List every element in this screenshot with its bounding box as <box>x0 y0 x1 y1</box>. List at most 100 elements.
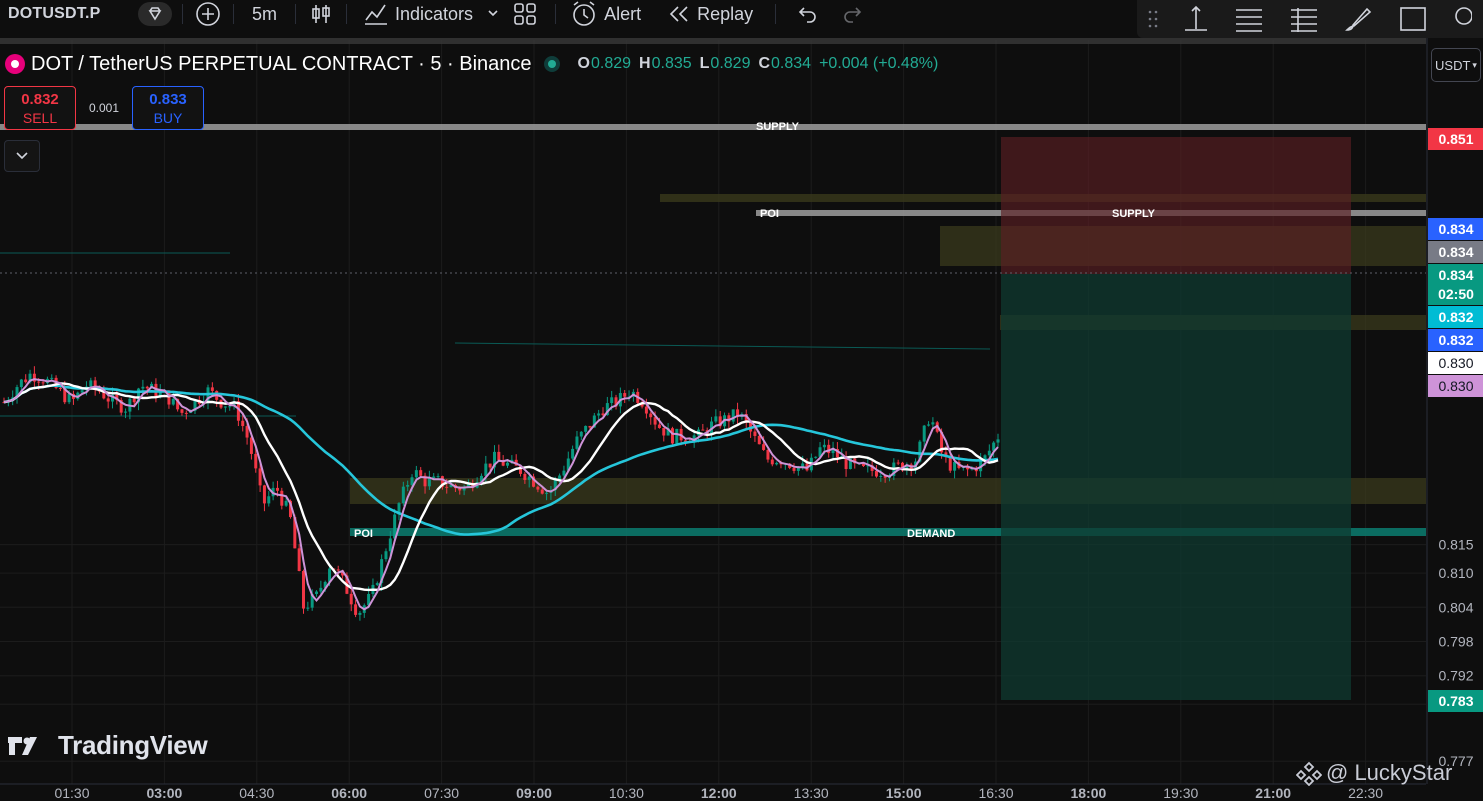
candle-body <box>987 450 991 456</box>
tradingview-brand: TradingView <box>58 730 208 760</box>
time-tick-label: 22:30 <box>1348 785 1383 801</box>
replay-label: Replay <box>697 3 754 24</box>
plus-circle-icon[interactable] <box>193 0 223 28</box>
time-tick-label: 21:00 <box>1255 785 1291 801</box>
candle-body <box>953 461 957 471</box>
candle-body <box>523 473 527 480</box>
candle-body <box>584 425 588 432</box>
tradingview-logo-icon <box>8 736 37 755</box>
price-badge: 02:50 <box>1428 283 1483 305</box>
collapse-legend-button[interactable] <box>4 140 40 172</box>
alert-label: Alert <box>604 3 642 24</box>
buy-button[interactable]: 0.833 BUY <box>132 86 204 130</box>
replay-icon <box>669 6 688 22</box>
polkadot-coin-icon <box>5 54 25 74</box>
candle-body <box>931 422 935 425</box>
time-tick-label: 04:30 <box>239 785 274 801</box>
indicators-icon <box>365 4 388 25</box>
symbol-search-button[interactable]: DOTUSDT.P <box>0 0 132 28</box>
binance-square-icon <box>1296 761 1322 786</box>
currency-select[interactable]: USDT ▾ <box>1431 48 1481 82</box>
candle-body <box>37 381 41 383</box>
price-badge: 0.834 <box>1428 218 1483 240</box>
indicators-button[interactable]: Indicators <box>357 0 505 28</box>
price-tick-label: 0.815 <box>1438 537 1473 553</box>
candles-icon[interactable] <box>306 0 336 28</box>
candle-body <box>401 486 405 504</box>
search-icon[interactable] <box>1452 4 1472 34</box>
time-tick-label: 01:30 <box>54 785 89 801</box>
price-tick-label: 0.798 <box>1438 634 1473 650</box>
anchor-line-icon[interactable] <box>1181 4 1211 34</box>
zone-label-poi-mid: POI <box>760 208 779 220</box>
time-tick-label: 07:30 <box>424 785 459 801</box>
candle-body <box>306 607 310 609</box>
short-position-stop-zone <box>1001 137 1351 274</box>
drawing-toolbar <box>1137 0 1483 38</box>
candle-body <box>445 486 449 488</box>
time-tick-label: 18:00 <box>1070 785 1106 801</box>
sell-label: SELL <box>22 109 58 126</box>
candle-body <box>180 409 184 413</box>
undo-icon[interactable] <box>786 0 830 28</box>
candle-body <box>384 551 388 560</box>
candle-body <box>228 406 232 408</box>
indicators-label: Indicators <box>395 3 474 24</box>
ohlc-high-key: H <box>639 55 651 72</box>
candle-body <box>89 380 93 387</box>
chevron-down-icon <box>16 152 28 160</box>
redo-icon[interactable] <box>830 0 874 28</box>
candle-body <box>527 476 531 480</box>
divider <box>295 4 297 24</box>
time-tick-label: 15:00 <box>886 785 922 801</box>
alarm-icon <box>573 1 595 26</box>
candle-body <box>579 431 583 437</box>
chart-legend: DOT / TetherUS PERPETUAL CONTRACT · 5 · … <box>0 50 938 78</box>
rectangle-icon[interactable] <box>1397 4 1429 34</box>
layout-grid-icon[interactable] <box>505 0 545 28</box>
levels-icon[interactable] <box>1288 4 1320 34</box>
candle-body <box>132 398 136 403</box>
price-badge: 0.783 <box>1428 690 1483 712</box>
buy-price: 0.833 <box>149 90 187 108</box>
short-position-target-zone <box>1001 274 1351 700</box>
symbol-label: DOTUSDT.P <box>8 5 101 22</box>
currency-label: USDT <box>1435 57 1471 73</box>
price-chart[interactable]: SUPPLY SUPPLY POI POI DEMAND 01:30 03:00 04:30… <box>0 0 1483 801</box>
zone-label-supply-top: SUPPLY <box>756 121 800 133</box>
price-badge-label: 0.783 <box>1438 693 1473 709</box>
candle-body <box>927 424 931 426</box>
ohlc-close-key: C <box>758 55 771 72</box>
candle-body <box>497 451 501 461</box>
sell-button[interactable]: 0.832 SELL <box>4 86 76 130</box>
candle-body <box>571 448 575 459</box>
ohlc-open-key: O <box>577 55 590 72</box>
candle-body <box>540 489 544 494</box>
alert-button[interactable]: Alert <box>566 0 645 28</box>
drag-handle-icon[interactable] <box>1148 8 1158 30</box>
replay-button[interactable]: Replay <box>645 0 765 28</box>
candle-body <box>410 477 414 486</box>
time-tick-label: 06:00 <box>331 785 367 801</box>
candle-body <box>644 406 648 414</box>
price-badge-label: 0.830 <box>1438 355 1473 371</box>
time-tick-label: 03:00 <box>146 785 182 801</box>
ohlc-open-value: 0.829 <box>590 55 632 72</box>
diamond-icon[interactable] <box>138 2 172 26</box>
candle-body <box>922 425 926 442</box>
candle-body <box>336 569 340 571</box>
candle-body <box>297 548 301 572</box>
candle-body <box>184 412 188 414</box>
tradingview-logo: TradingView <box>8 730 208 761</box>
brush-icon[interactable] <box>1343 4 1375 34</box>
candle-body <box>874 470 878 477</box>
candle-body <box>983 455 987 460</box>
candle-body <box>814 456 818 458</box>
fib-settings-icon[interactable] <box>1233 4 1265 34</box>
interval-button[interactable]: 5m <box>244 0 285 28</box>
interval-label: 5m <box>252 3 278 24</box>
candle-body <box>484 463 488 476</box>
legend-title[interactable]: DOT / TetherUS PERPETUAL CONTRACT · 5 · … <box>31 53 532 76</box>
ohlc-change: +0.004 (+0.48%) <box>819 55 939 72</box>
market-status-icon[interactable] <box>543 56 560 72</box>
